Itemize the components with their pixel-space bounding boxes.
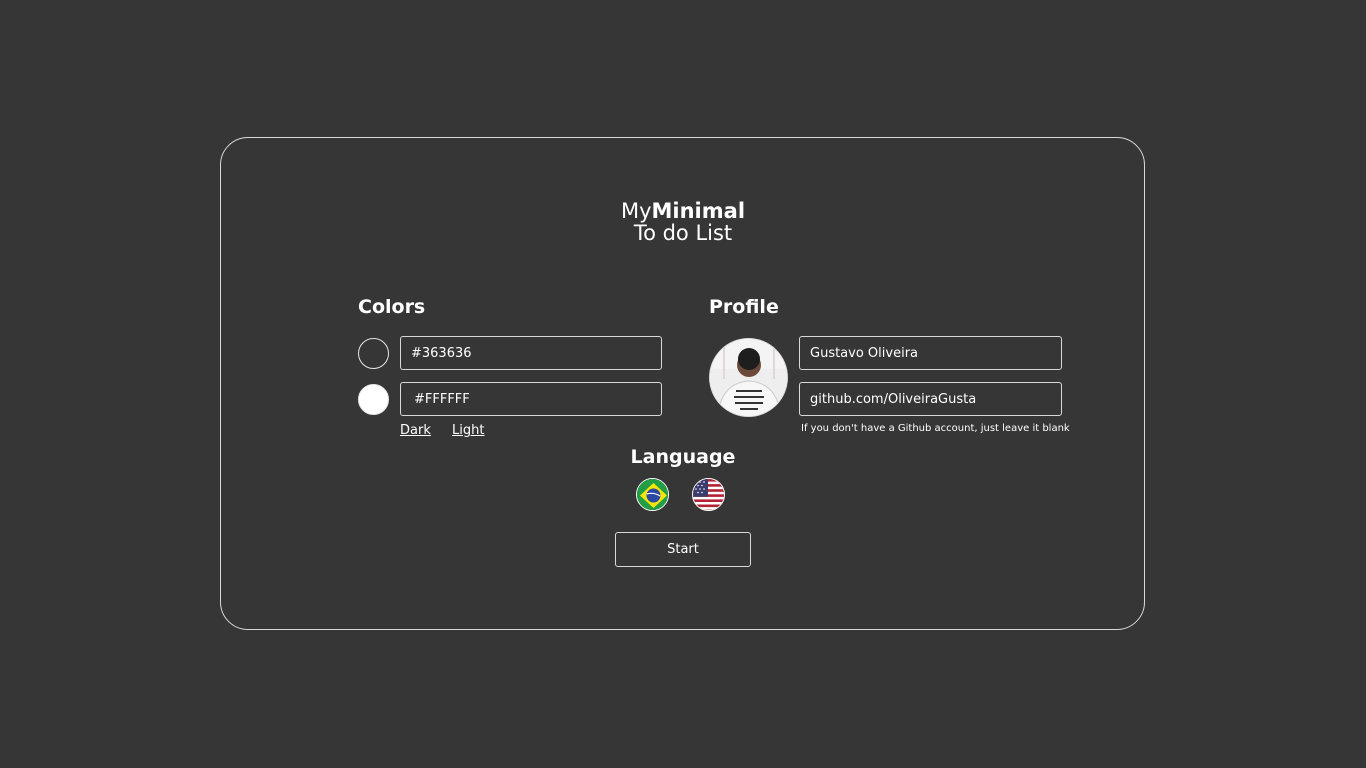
name-input[interactable] xyxy=(799,336,1062,370)
app-title-line2: To do List xyxy=(633,221,733,245)
app-title-prefix: My xyxy=(620,199,652,223)
profile-heading: Profile xyxy=(709,296,779,318)
avatar[interactable] xyxy=(709,338,788,417)
github-input[interactable] xyxy=(799,382,1062,416)
light-theme-link[interactable]: Light xyxy=(452,423,484,438)
secondary-color-swatch[interactable] xyxy=(358,384,389,415)
primary-color-input[interactable] xyxy=(400,336,662,370)
app-title-bold: Minimal xyxy=(651,199,746,223)
avatar-image xyxy=(710,339,787,416)
start-button[interactable]: Start xyxy=(615,532,751,567)
usa-flag-icon[interactable] xyxy=(692,478,725,511)
brazil-flag-icon[interactable] xyxy=(636,478,669,511)
colors-heading: Colors xyxy=(358,296,426,318)
app-title: MyMinimal To do List xyxy=(0,200,1366,244)
github-hint: If you don't have a Github account, just… xyxy=(801,423,1070,434)
language-heading: Language xyxy=(630,446,736,468)
secondary-color-input[interactable] xyxy=(400,382,662,416)
dark-theme-link[interactable]: Dark xyxy=(400,423,431,438)
primary-color-swatch[interactable] xyxy=(358,338,389,369)
